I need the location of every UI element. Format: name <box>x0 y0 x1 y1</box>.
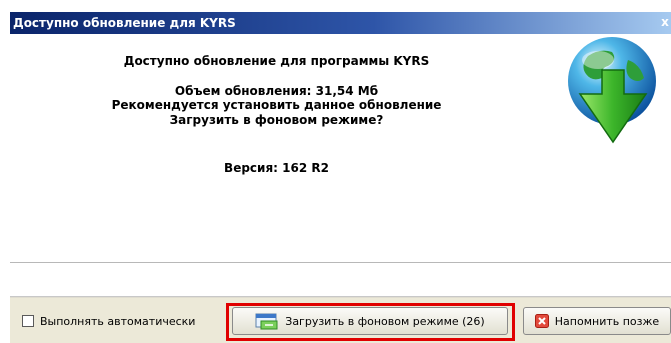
update-recommendation: Рекомендуется установить данное обновлен… <box>111 98 442 112</box>
remind-later-label: Напомнить позже <box>554 314 660 328</box>
auto-run-option[interactable]: Выполнять автоматически <box>22 313 195 329</box>
dialog-content: Доступно обновление для программы KYRS О… <box>10 34 671 262</box>
dialog-footer: Выполнять автоматически Загрузить в фоно… <box>10 297 671 343</box>
update-version: Версия: 162 R2 <box>224 161 329 175</box>
update-question: Загрузить в фоновом режиме? <box>169 113 384 127</box>
download-background-label: Загрузить в фоновом режиме (26) <box>285 314 485 328</box>
auto-run-checkbox[interactable] <box>22 315 34 327</box>
title-bar[interactable]: Доступно обновление для KYRS x <box>10 12 671 34</box>
close-button[interactable]: x <box>659 12 671 34</box>
auto-run-label: Выполнять автоматически <box>40 314 196 328</box>
download-window-icon <box>255 312 279 330</box>
update-heading: Доступно обновление для программы KYRS <box>123 54 430 68</box>
globe-download-icon <box>568 37 656 144</box>
download-background-button[interactable]: Загрузить в фоновом режиме (26) <box>232 307 508 335</box>
update-size: Объем обновления: 31,54 Мб <box>174 84 379 98</box>
remind-later-button[interactable]: Напомнить позже <box>523 307 671 335</box>
window-title: Доступно обновление для KYRS <box>13 16 236 30</box>
close-red-icon <box>534 314 549 328</box>
status-area <box>10 263 671 297</box>
